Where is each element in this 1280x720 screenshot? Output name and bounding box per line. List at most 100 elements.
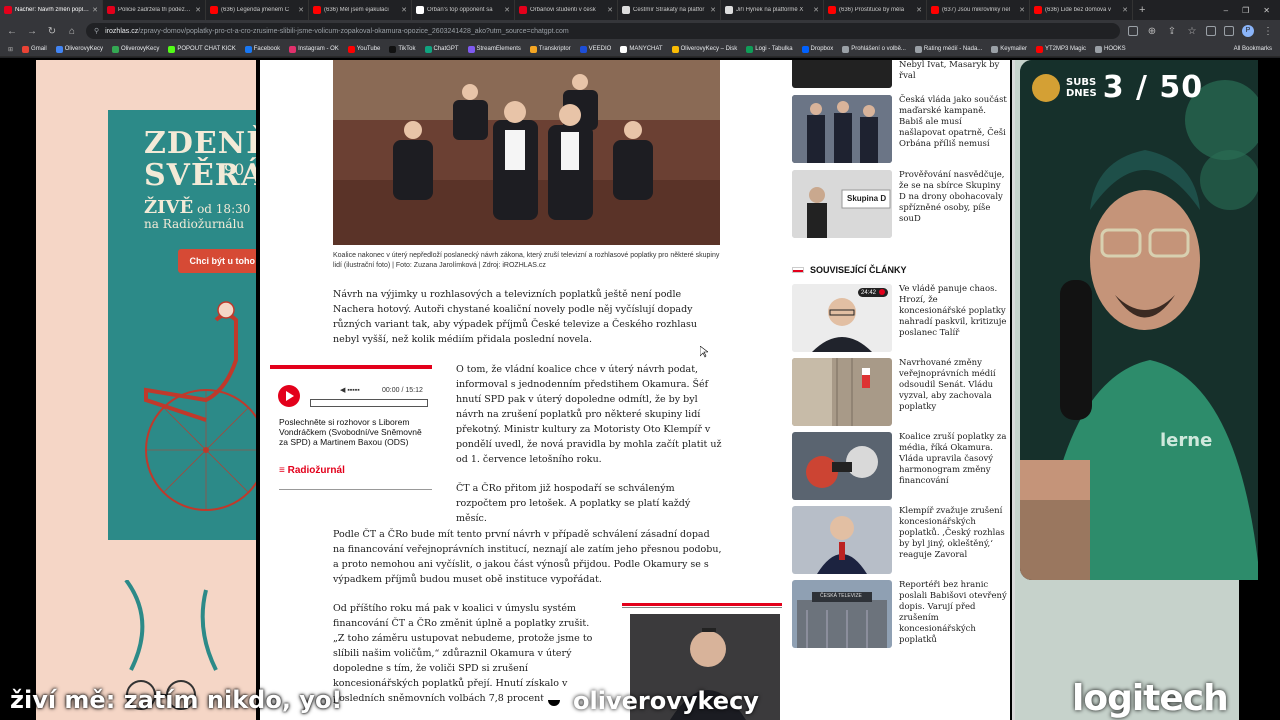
browser-tab[interactable]: (636) Lidé bez domova v ✕ [1030,0,1133,20]
reload-icon[interactable]: ↻ [46,26,58,37]
apps-icon[interactable]: ⊞ [8,46,13,53]
sidebar-article-card[interactable]: Skupina D Prověřování nasvědčuje, že se … [792,170,1007,238]
tab-title: (636) Prostituce by měla [839,7,905,13]
extensions-icon[interactable] [1206,26,1216,36]
article-thumbnail: Skupina D [792,170,892,238]
article-photo[interactable] [333,60,720,245]
bookmark-item[interactable]: Keymailer [991,45,1027,53]
tab-favicon-icon [210,6,218,14]
bookmark-star-icon[interactable]: ☆ [1186,26,1198,37]
bookmark-item[interactable]: Logi - Tabulka [746,45,793,53]
bookmark-item[interactable]: YouTube [347,45,380,53]
browser-tab[interactable]: Jiří Hynek na platformě X ✕ [721,0,824,20]
browser-tab[interactable]: Orbán's top opponent sa ✕ [412,0,515,20]
mascot-icon [1032,73,1060,102]
forward-icon[interactable]: → [26,26,38,37]
related-article-card[interactable]: Klempíř zvažuje zrušení koncesionářských… [792,506,1007,574]
player-top-bar [270,365,432,370]
left-advertisement[interactable]: ZDENĚK SVĚRÁK 90 ŽIVĚ od 18:30 na Radiož… [36,60,256,720]
sidebar-article-card[interactable]: Česká vláda jako součást maďarské kampan… [792,95,1007,163]
tab-close-icon[interactable]: ✕ [195,6,201,14]
address-bar[interactable]: ⚲ irozhlas.cz/zpravy-domov/poplatky-pro-… [86,23,1120,39]
browser-tab[interactable]: Čestmír Strakatý na platfor ✕ [618,0,721,20]
bookmark-item[interactable]: Dropbox [801,45,833,53]
stream-channel-name: oliverovykecy [543,687,759,715]
home-icon[interactable]: ⌂ [66,26,78,37]
related-article-card[interactable]: Navrhované změny veřejnoprávních médií o… [792,358,1007,426]
back-icon[interactable]: ← [6,26,18,37]
bookmark-item[interactable]: Facebook [244,45,280,53]
tab-close-icon[interactable]: ✕ [607,6,613,14]
bookmark-favicon-icon [801,45,809,53]
related-article-card[interactable]: 24:42 Ve vládě panuje chaos. Hrozí, že k… [792,284,1007,352]
browser-tab[interactable]: (637) Jsou mikrovlnky nel ✕ [927,0,1030,20]
tab-close-icon[interactable]: ✕ [298,6,304,14]
tab-title: Čestmír Strakatý na platfor [633,7,705,13]
tab-close-icon[interactable]: ✕ [710,6,716,14]
cast-icon[interactable] [1128,26,1138,36]
bookmark-item[interactable]: Transkriptor [529,45,571,53]
tab-close-icon[interactable]: ✕ [401,6,407,14]
streamer-webcam: lerne SUBS DNES 3 / 50 [1020,60,1258,580]
bookmark-label: Gmail [31,46,47,52]
bookmark-item[interactable]: POPOUT CHAT KICK [168,45,236,53]
bookmark-favicon-icon [424,45,432,53]
maximize-button[interactable]: ❐ [1242,6,1249,15]
browser-tab[interactable]: (636) Měl jsem ejakulaci ✕ [309,0,412,20]
bookmark-item[interactable]: TikTok [389,45,416,53]
tab-close-icon[interactable]: ✕ [813,6,819,14]
bookmark-item[interactable]: OliverovyKecy – Disk [671,45,737,53]
related-article-card[interactable]: Koalice zruší poplatky za média, říká Ok… [792,432,1007,500]
all-bookmarks-button[interactable]: All Bookmarks [1234,46,1272,52]
profile-avatar[interactable]: P [1242,25,1254,37]
menu-icon[interactable]: ⋮ [1262,26,1274,37]
browser-tab[interactable]: Orbánovi studenti v česk ✕ [515,0,618,20]
bookmark-item[interactable]: ChatGPT [424,45,459,53]
bookmark-favicon-icon [842,45,850,53]
bookmark-label: YT2MP3 Magic [1044,46,1086,52]
close-window-button[interactable]: ✕ [1263,6,1270,15]
bookmark-item[interactable]: YT2MP3 Magic [1035,45,1086,53]
browser-tab[interactable]: (636) Prostituce by měla ✕ [824,0,927,20]
browser-tab[interactable]: Nacher: Návrh změn poplatk ✕ [0,0,103,20]
tab-close-icon[interactable]: ✕ [92,6,98,14]
share-icon[interactable]: ⇪ [1166,26,1178,37]
bookmark-item[interactable]: OliverovyKecy [112,45,159,53]
zoom-icon[interactable]: ⊕ [1146,26,1158,37]
browser-tab[interactable]: Policie zadržela tři podezřelé ✕ [103,0,206,20]
bookmark-item[interactable]: StreamElements [467,45,521,53]
bookmark-item[interactable]: HOOKS [1094,45,1126,53]
minimize-button[interactable]: – [1224,6,1228,15]
browser-tab[interactable]: (636) Legenda jménem C ✕ [206,0,309,20]
tab-close-icon[interactable]: ✕ [916,6,922,14]
sidebar-article-card[interactable]: Nebyl Ivat, Masaryk by řval [792,60,1007,88]
tab-title: Jiří Hynek na platformě X [736,7,804,13]
play-button[interactable] [278,385,300,407]
new-tab-button[interactable]: + [1133,4,1151,16]
bookmark-item[interactable]: MANYCHAT [620,45,663,53]
bookmark-item[interactable]: Prohlášení o volbě... [842,45,906,53]
article-content: Koalice nakonec v úterý nepředloží posla… [260,60,785,720]
bookmark-favicon-icon [991,45,999,53]
bookmark-item[interactable]: Instagram - OK [289,45,339,53]
site-info-icon[interactable]: ⚲ [94,27,99,35]
ad-cta-button[interactable]: Chci být u toho » [178,249,256,273]
bookmark-item[interactable]: Gmail [22,45,47,53]
related-article-card[interactable]: ČESKÁ TELEVIZE Reportéři bez hranic posl… [792,580,1007,648]
ad-time: od 18:30 [197,202,251,216]
side-panel-icon[interactable] [1224,26,1234,36]
tab-close-icon[interactable]: ✕ [504,6,510,14]
player-station-logo[interactable]: Radiožurnál [279,465,345,476]
tab-close-icon[interactable]: ✕ [1019,6,1025,14]
bookmark-item[interactable]: VEEDIO [579,45,611,53]
tab-close-icon[interactable]: ✕ [1122,6,1128,14]
tab-title: (636) Legenda jménem C [221,7,290,13]
article-thumbnail [792,60,892,88]
bookmark-item[interactable]: OliverovyKecy [55,45,103,53]
article-paragraph: Návrh na výjimky u rozhlasových a televi… [333,289,698,345]
article-thumbnail: 24:42 [792,284,892,352]
bookmark-item[interactable]: Rating médií - Nada... [914,45,982,53]
volume-icon[interactable]: ◀ ▪▪▪▪▪ [340,386,360,394]
player-progress-track[interactable] [310,399,428,407]
tab-favicon-icon [107,6,115,14]
